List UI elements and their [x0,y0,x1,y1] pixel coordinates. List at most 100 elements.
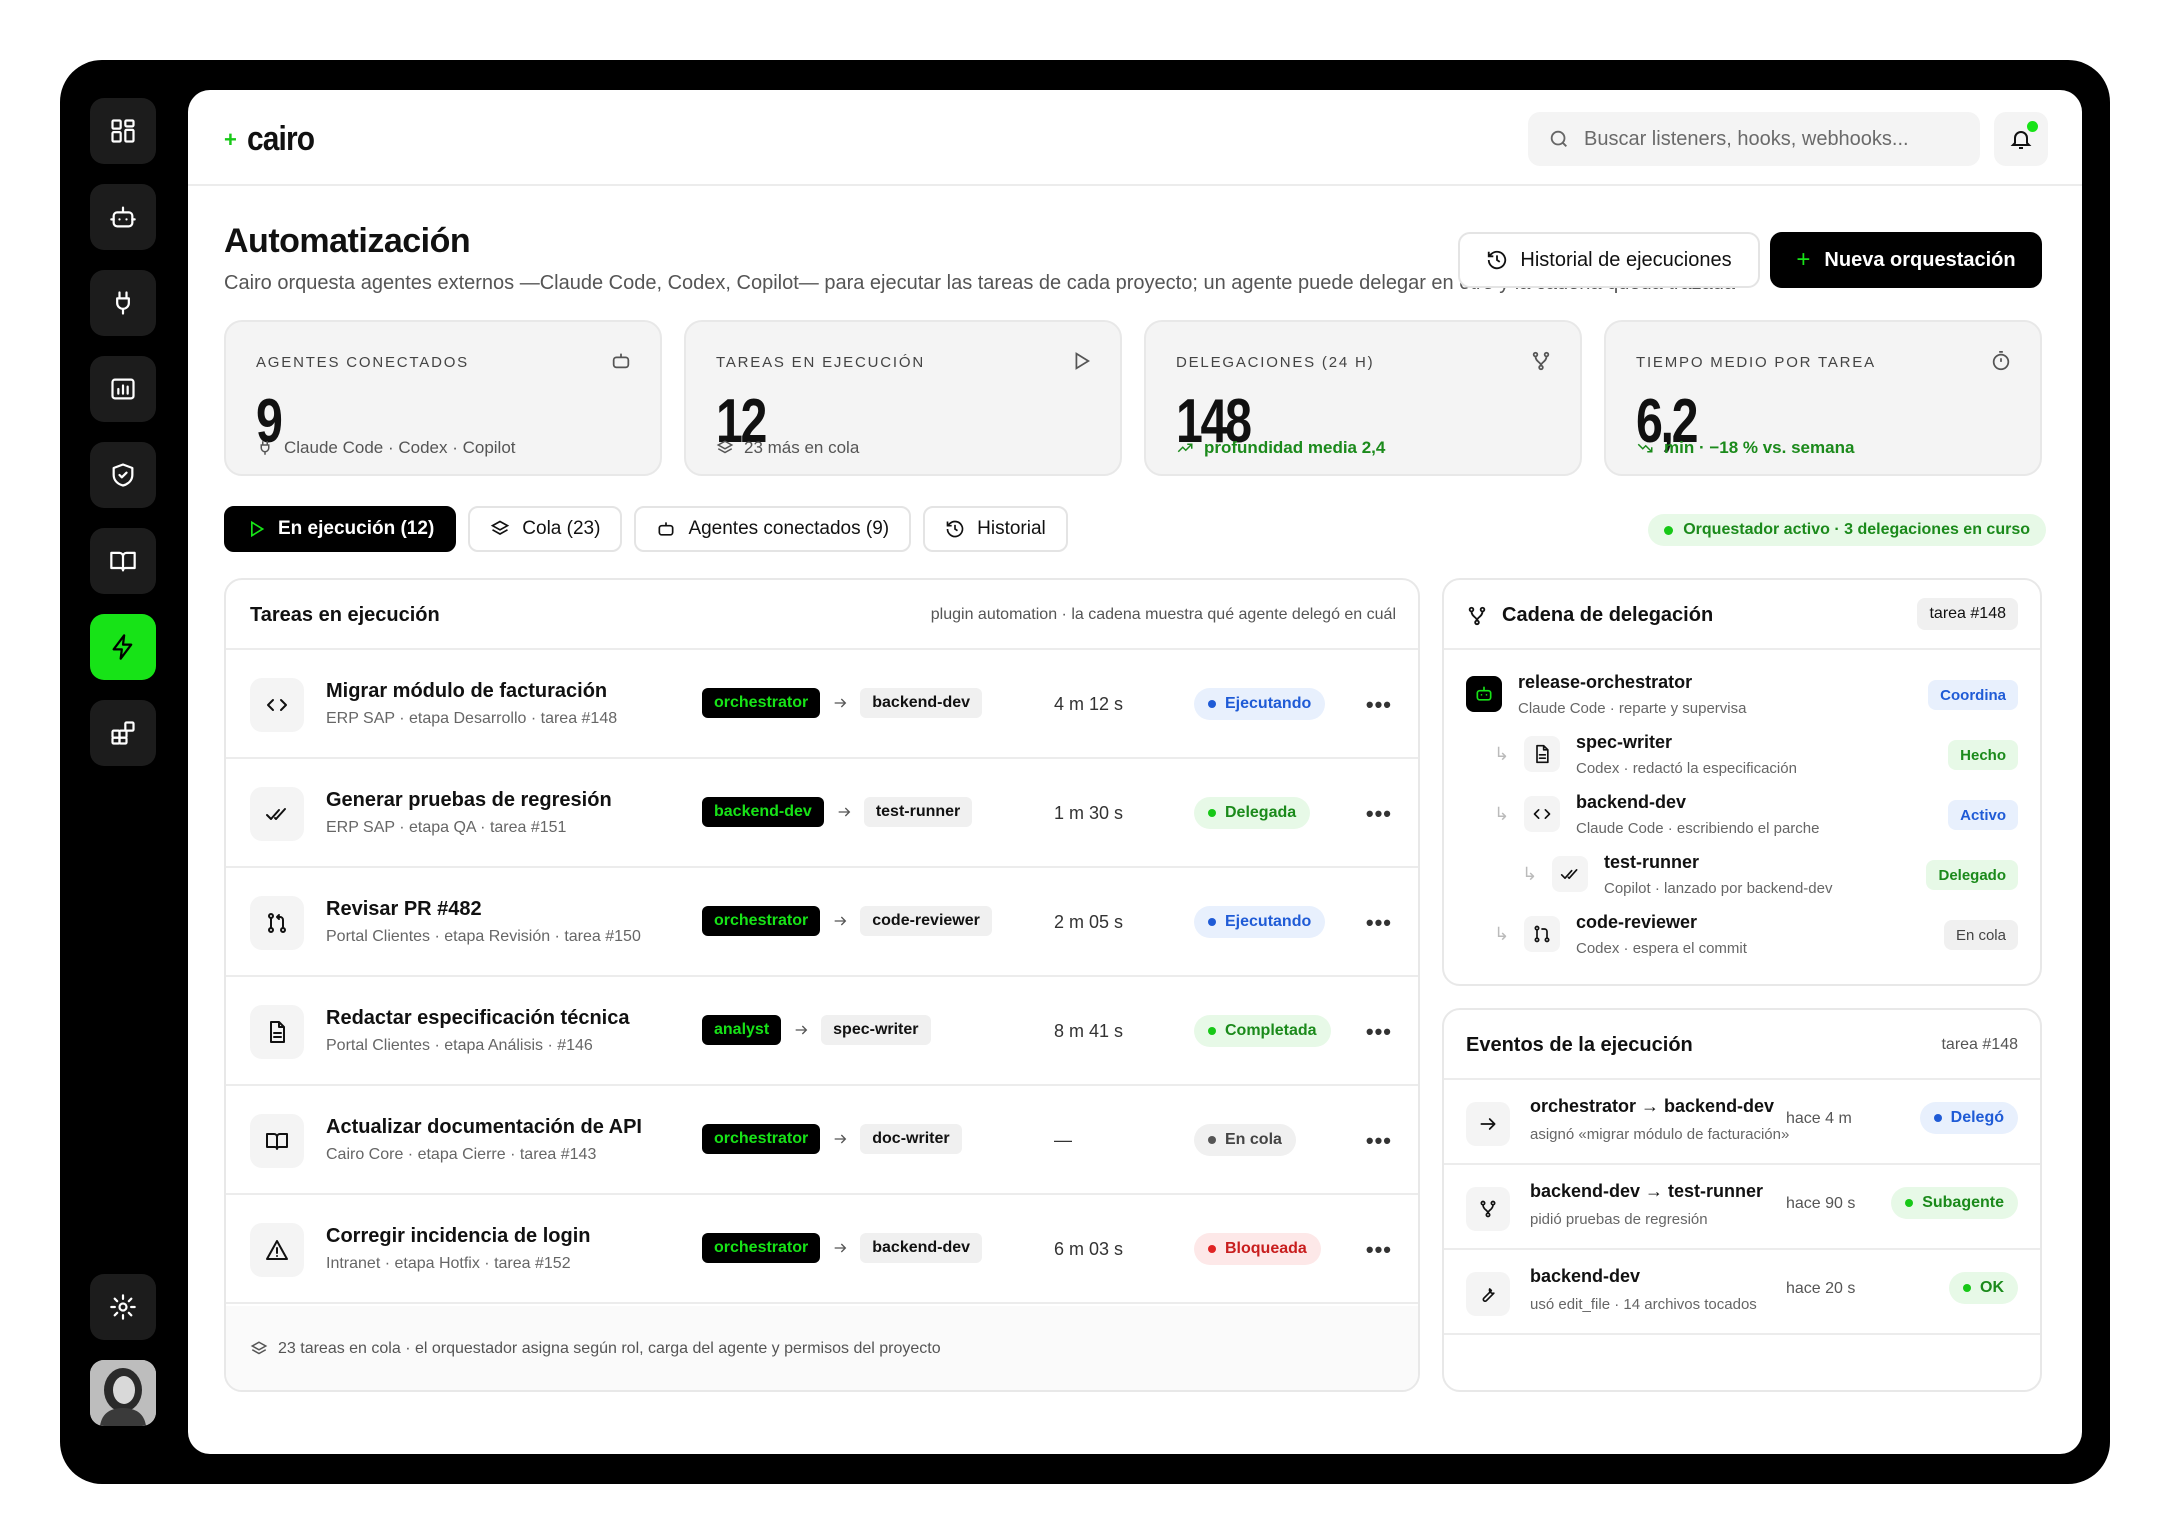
gear-icon [110,1294,136,1320]
chain-node[interactable]: backend-dev Claude Code · escribiendo el… [1524,792,1964,848]
list-item[interactable]: orchestrator → backend-dev asignó «migra… [1444,1080,2040,1165]
events-card-title: Eventos de la ejecución [1466,1034,1693,1056]
chain-node-name: spec-writer [1576,732,1673,752]
task-name: Redactar especificación técnica [326,1007,630,1029]
more-options-icon[interactable]: ••• [1366,1019,1392,1045]
more-options-icon[interactable]: ••• [1366,1237,1392,1263]
task-meta: Cairo Core · etapa Cierre · tarea #143 [326,1146,597,1163]
status-badge: Ejecutando [1194,906,1326,938]
history-button[interactable]: Historial de ejecuciones [1458,232,1760,288]
rail-automation-button[interactable] [90,614,156,680]
double-check-icon [266,808,286,820]
bolt-icon [112,634,133,660]
more-options-icon[interactable]: ••• [1366,801,1392,827]
rail-reports-button[interactable] [90,356,156,422]
chain-node[interactable]: test-runner Copilot · lanzado por backen… [1552,852,1972,908]
event-desc: asignó «migrar módulo de facturación» [1530,1126,1790,1143]
logo[interactable]: + cairo [224,120,323,159]
chain-node-name: code-reviewer [1576,912,1698,932]
tab-history[interactable]: Historial [923,506,1068,552]
rail-dashboard-button[interactable] [90,98,156,164]
tasks-card: Tareas en ejecución plugin automation · … [224,578,1420,1392]
double-check-icon [1560,869,1578,879]
task-chain: orchestrator backend-dev [702,1233,983,1263]
event-desc: pidió pruebas de regresión [1530,1211,1708,1228]
more-options-icon[interactable]: ••• [1366,910,1392,936]
tab-label: En ejecución (12) [278,518,435,539]
table-row[interactable]: Redactar especificación técnica Portal C… [226,977,1418,1086]
chain-node-desc: Codex · redactó la especificación [1576,760,1797,777]
chain-node-status: Hecho [1948,740,2018,770]
user-avatar[interactable] [90,1360,156,1426]
task-time: — [1054,1130,1072,1150]
event-title: backend-dev → test-runner [1530,1181,1764,1201]
history-icon [946,520,964,538]
status-dot [1664,525,1674,535]
tab-running[interactable]: En ejecución (12) [224,506,457,552]
layers-icon [716,440,734,454]
task-time: 6 m 03 s [1054,1239,1124,1259]
table-row[interactable]: Migrar módulo de facturación ERP SAP · e… [226,650,1418,759]
rail-security-button[interactable] [90,442,156,508]
plug-icon [260,441,270,455]
status-badge: OK [1949,1272,2018,1304]
status-text: Delegó [1950,1109,2004,1126]
agent-to: doc-writer [860,1124,962,1154]
arrow-right-icon [834,1243,847,1253]
pull-request-icon [1534,925,1550,943]
avatar-portrait [90,1360,156,1426]
task-name: Revisar PR #482 [326,898,482,920]
branch-icon [1532,351,1550,371]
search-icon [1550,130,1567,147]
chain-task-badge: tarea #148 [1917,598,2018,630]
rail-plugins-button[interactable] [90,700,156,766]
agent-from: orchestrator [702,1124,821,1154]
notification-dot [2027,121,2038,132]
task-meta: ERP SAP · etapa QA · tarea #151 [326,819,567,836]
chain-node[interactable]: spec-writer Codex · redactó la especific… [1524,732,1964,788]
chain-node-name: test-runner [1604,852,1700,872]
task-chain: orchestrator doc-writer [702,1124,962,1154]
rail-integrations-button[interactable] [90,270,156,336]
table-row[interactable]: Generar pruebas de regresión ERP SAP · e… [226,759,1418,868]
book-icon [266,1133,288,1150]
rail-docs-button[interactable] [90,528,156,594]
arrow-right-icon [838,807,851,817]
chain-node-desc: Claude Code · reparte y supervisa [1518,700,1747,717]
status-badge: Delegada [1194,797,1311,829]
search-input[interactable] [1584,127,1954,151]
layers-icon [250,1341,268,1355]
table-row[interactable]: Actualizar documentación de API Cairo Co… [226,1086,1418,1195]
icon-rail [90,98,156,1450]
rail-settings-button[interactable] [90,1274,156,1340]
status-badge: Ejecutando [1194,688,1326,720]
more-options-icon[interactable]: ••• [1366,692,1392,718]
orchestrator-status-badge: Orquestador activo · 3 delegaciones en c… [1648,514,2046,546]
task-name: Migrar módulo de facturación [326,680,608,702]
kpi-delegations: DELEGACIONES (24 H) 148 profundidad medi… [1144,320,1582,476]
notifications-button[interactable] [1994,112,2048,166]
play-icon [1075,352,1090,370]
status-text: Completada [1225,1022,1317,1039]
tab-agents[interactable]: Agentes conectados (9) [634,506,912,552]
rail-agents-button[interactable] [90,184,156,250]
top-bar: + cairo [188,90,2082,186]
table-row[interactable]: Revisar PR #482 Portal Clientes · etapa … [226,868,1418,977]
tab-label: Historial [977,518,1046,539]
table-row[interactable]: Corregir incidencia de login Intranet · … [226,1195,1418,1304]
list-item[interactable]: backend-dev → test-runner pidió pruebas … [1444,1165,2040,1250]
list-item[interactable]: backend-dev usó edit_file · 14 archivos … [1444,1250,2040,1335]
event-time: hace 4 m [1786,1110,1852,1127]
chain-node-desc: Codex · espera el commit [1576,940,1747,957]
more-options-icon[interactable]: ••• [1366,1128,1392,1154]
tab-queue[interactable]: Cola (23) [468,506,623,552]
chain-node-desc: Copilot · lanzado por backend-dev [1604,880,1833,897]
task-time: 2 m 05 s [1054,912,1124,932]
tab-bar: En ejecución (12) Cola (23) Agentes cone… [224,506,1068,552]
chain-node[interactable]: code-reviewer Codex · espera el commit [1524,912,1964,968]
search-box[interactable] [1528,112,1980,166]
chain-card-title: Cadena de delegación [1502,604,1714,626]
robot-icon [658,522,674,536]
new-orchestration-button[interactable]: + Nueva orquestación [1770,232,2042,288]
events-card: Eventos de la ejecución tarea #148 orche… [1442,1008,2042,1392]
